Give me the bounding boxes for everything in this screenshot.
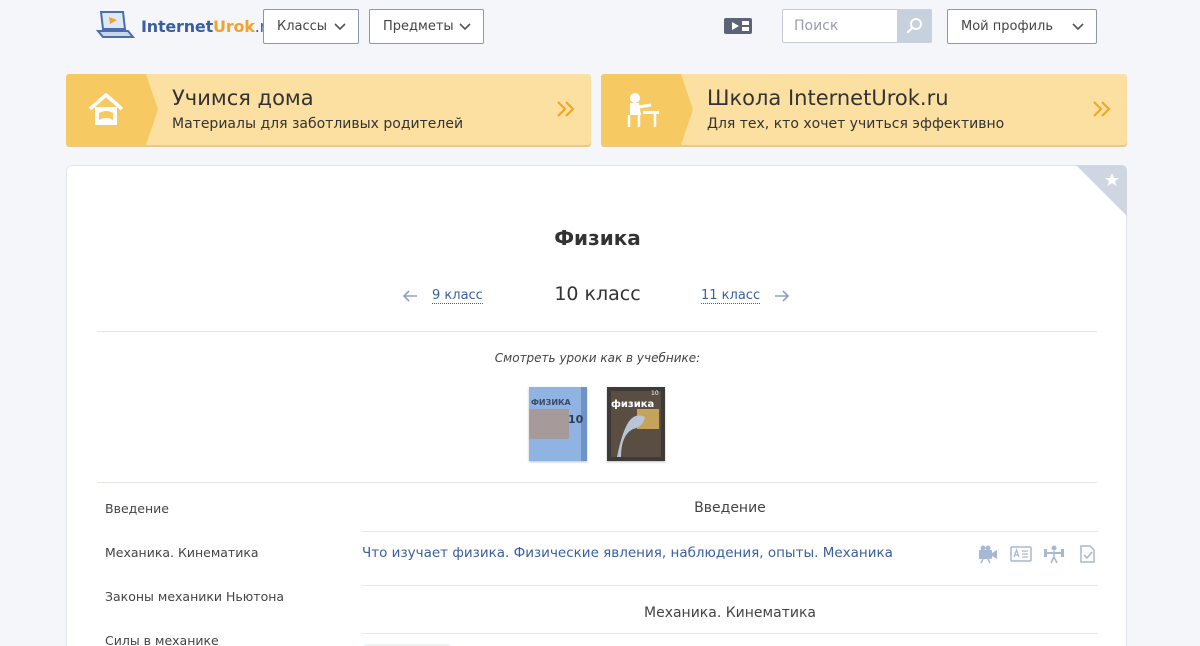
profile-dropdown-label: Мой профиль [961, 19, 1053, 34]
lesson-link[interactable]: Что изучает физика. Физические явления, … [362, 545, 893, 561]
lesson-row: Что изучает физика. Физические явления, … [362, 532, 1098, 586]
video-lessons-icon[interactable] [723, 15, 753, 37]
arrow-right-icon [775, 290, 790, 302]
chevron-down-icon [334, 23, 346, 31]
sidebar-item-newton-laws[interactable]: Законы механики Ньютона [105, 572, 335, 616]
notes-text-icon[interactable] [1010, 544, 1032, 564]
textbook-cover-2[interactable]: физика 10 [607, 387, 665, 461]
banner-subtitle: Для тех, кто хочет учиться эффективно [707, 116, 1005, 132]
lesson-row [362, 634, 1098, 646]
sidebar-item-label: Законы механики Ньютона [105, 589, 285, 604]
divider [97, 482, 1097, 483]
sidebar-item-label: Введение [105, 501, 169, 516]
sidebar-item-label: Силы в механике [105, 633, 219, 646]
video-camera-icon[interactable] [977, 544, 999, 564]
topic-heading: Механика. Кинематика [362, 586, 1098, 634]
banner-title: Школа InternetUrok.ru [707, 86, 949, 110]
chevron-down-icon [1072, 23, 1084, 31]
banner-icon-area [601, 74, 693, 145]
next-grade-link[interactable]: 11 класс [701, 288, 790, 304]
current-grade: 10 класс [554, 283, 641, 305]
trainer-dumbbell-icon[interactable] [1043, 544, 1065, 564]
next-grade-label: 11 класс [701, 288, 761, 304]
subjects-dropdown-label: Предметы [383, 19, 454, 34]
sidebar-item-kinematics[interactable]: Механика. Кинематика [105, 528, 335, 572]
sidebar-item-label: Механика. Кинематика [105, 545, 259, 560]
logo-text-urok: Urok [213, 16, 255, 36]
textbook-cover-1-title: ФИЗИКА [531, 398, 572, 407]
banner-texts: Учимся дома Материалы для заботливых род… [158, 74, 463, 145]
chevron-down-icon [459, 23, 471, 31]
sidebar-item-introduction[interactable]: Введение [105, 484, 335, 528]
topic-heading: Введение [362, 484, 1098, 532]
lessons-list: Введение Что изучает физика. Физические … [362, 484, 1098, 646]
banner-title: Учимся дома [172, 86, 314, 110]
test-check-icon[interactable] [1076, 544, 1098, 564]
subjects-dropdown[interactable]: Предметы [369, 9, 484, 44]
textbook-cover-2-number: 10 [651, 390, 659, 397]
banner-icon-area [66, 74, 158, 145]
search-button[interactable] [897, 9, 932, 43]
banner-school[interactable]: Школа InternetUrok.ru Для тех, кто хочет… [601, 74, 1127, 145]
topics-sidebar: Введение Механика. Кинематика Законы мех… [105, 484, 335, 646]
logo-text: InternetUrok.ru [141, 17, 276, 36]
classes-dropdown-label: Классы [277, 19, 328, 34]
prev-grade-label: 9 класс [432, 288, 483, 304]
top-header: InternetUrok.ru Классы Предметы Мой проф… [0, 0, 1200, 56]
textbook-caption: Смотреть уроки как в учебнике: [494, 351, 701, 365]
double-chevron-right-icon [1093, 101, 1111, 117]
search-icon [906, 18, 922, 34]
subject-title: Физика [554, 226, 641, 250]
favorite-star-icon[interactable] [1076, 165, 1127, 216]
site-logo[interactable]: InternetUrok.ru [95, 9, 276, 43]
arrow-left-icon [402, 290, 417, 302]
banner-subtitle: Материалы для заботливых родителей [172, 116, 464, 132]
lesson-resource-icons [977, 544, 1098, 564]
subject-card: Физика 10 класс 9 класс 11 класс Смотрет… [66, 165, 1127, 646]
sidebar-item-forces[interactable]: Силы в механике [105, 616, 335, 646]
textbook-cover-2-title: физика [611, 398, 654, 410]
laptop-logo-icon [95, 11, 136, 38]
banner-texts: Школа InternetUrok.ru Для тех, кто хочет… [693, 74, 1004, 145]
logo-text-internet: Internet [141, 16, 214, 36]
banner-learn-at-home[interactable]: Учимся дома Материалы для заботливых род… [66, 74, 591, 145]
classes-dropdown[interactable]: Классы [263, 9, 359, 44]
search-input[interactable] [782, 9, 898, 43]
profile-dropdown[interactable]: Мой профиль [947, 9, 1097, 44]
textbook-cover-1-number: 10 [568, 413, 584, 426]
house-icon [88, 92, 124, 125]
prev-grade-link[interactable]: 9 класс [402, 288, 483, 304]
divider [97, 331, 1097, 332]
textbook-cover-1[interactable]: ФИЗИКА 10 [529, 387, 587, 461]
student-desk-icon [627, 92, 659, 127]
double-chevron-right-icon [557, 101, 575, 117]
